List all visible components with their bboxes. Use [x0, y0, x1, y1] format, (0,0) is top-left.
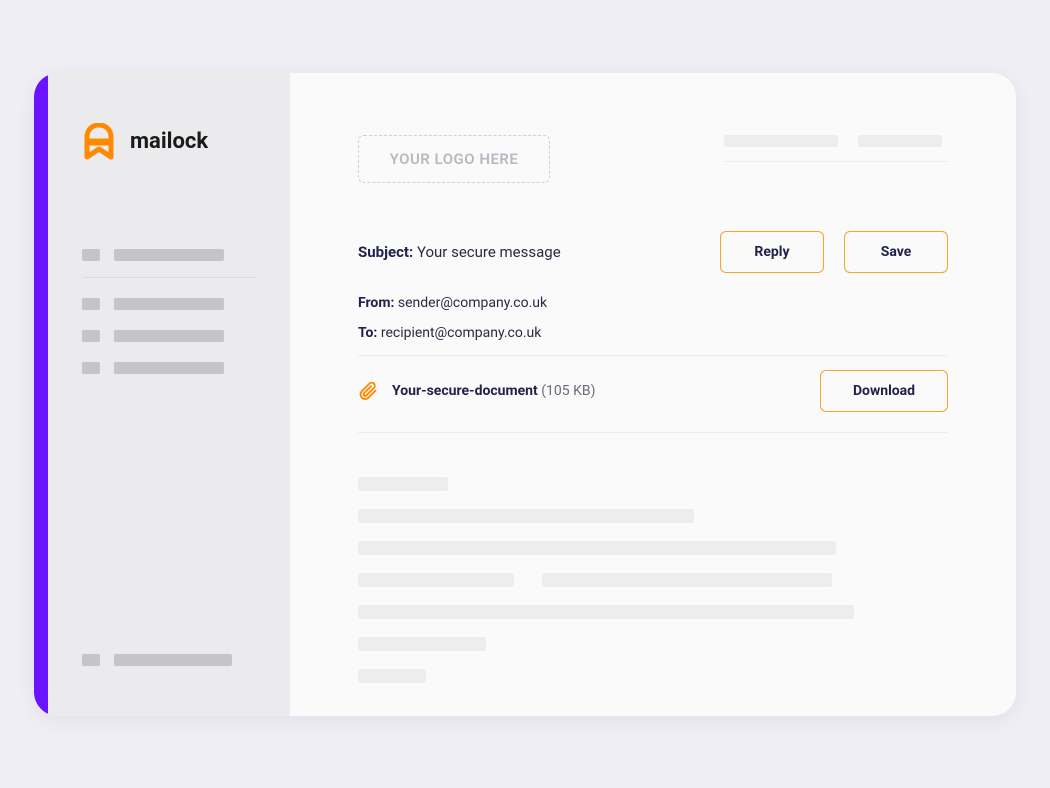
list-item[interactable] — [82, 320, 256, 352]
placeholder-icon — [82, 298, 100, 310]
placeholder-label — [724, 135, 838, 147]
placeholder-label — [114, 330, 224, 342]
save-button[interactable]: Save — [844, 231, 948, 273]
placeholder-label — [114, 298, 224, 310]
subject-label: Subject: — [358, 243, 413, 261]
attachment-filename: Your-secure-document — [392, 383, 538, 399]
placeholder-label — [114, 362, 224, 374]
list-item[interactable] — [82, 644, 256, 676]
attachment-row: Your-secure-document (105 KB) Download — [358, 370, 948, 433]
placeholder-label — [358, 637, 486, 651]
placeholder-icon — [82, 249, 100, 261]
subject-text: Subject: Your secure message — [358, 243, 561, 261]
sidebar-footer — [82, 644, 256, 676]
accent-bar — [34, 73, 48, 716]
placeholder-label — [858, 135, 942, 147]
email-body — [358, 477, 948, 683]
logo-placeholder: YOUR LOGO HERE — [358, 135, 550, 183]
placeholder-icon — [82, 654, 100, 666]
from-value: sender@company.co.uk — [398, 295, 547, 311]
email-actions: Reply Save — [720, 231, 948, 273]
placeholder-label — [358, 509, 694, 523]
sidebar: mailock — [48, 73, 290, 716]
placeholder-label — [358, 573, 514, 587]
attachment-name: Your-secure-document (105 KB) — [392, 383, 596, 399]
email-meta: Subject: Your secure message Reply Save … — [358, 231, 948, 356]
placeholder-label — [542, 573, 832, 587]
placeholder-icon — [82, 330, 100, 342]
placeholder-label — [358, 669, 426, 683]
attachment-info: Your-secure-document (105 KB) — [358, 381, 596, 401]
header-meta — [724, 135, 948, 162]
list-item[interactable] — [82, 288, 256, 320]
from-line: From: sender@company.co.uk — [358, 295, 948, 311]
placeholder-icon — [82, 362, 100, 374]
to-label: To: — [358, 325, 377, 341]
list-item[interactable] — [82, 239, 256, 278]
reply-button[interactable]: Reply — [720, 231, 824, 273]
brand-name: mailock — [130, 129, 208, 154]
placeholder-label — [358, 477, 448, 491]
placeholder-label — [358, 605, 854, 619]
placeholder-label — [114, 654, 232, 666]
app-window: mailock — [34, 73, 1016, 716]
main-content: YOUR LOGO HERE Subject: Your secure mess… — [290, 73, 1016, 716]
paperclip-icon — [358, 381, 378, 401]
header-row: YOUR LOGO HERE — [358, 135, 948, 183]
subject-row: Subject: Your secure message Reply Save — [358, 231, 948, 273]
mailock-logo-icon — [82, 123, 116, 161]
from-label: From: — [358, 295, 394, 311]
to-value: recipient@company.co.uk — [381, 325, 542, 341]
attachment-filesize: (105 KB) — [541, 383, 595, 399]
list-item[interactable] — [82, 352, 256, 384]
subject-value: Your secure message — [417, 243, 561, 261]
to-line: To: recipient@company.co.uk — [358, 325, 948, 341]
sidebar-nav — [82, 239, 256, 384]
placeholder-label — [114, 249, 224, 261]
download-button[interactable]: Download — [820, 370, 948, 412]
placeholder-label — [358, 541, 836, 555]
brand-logo: mailock — [82, 123, 256, 161]
